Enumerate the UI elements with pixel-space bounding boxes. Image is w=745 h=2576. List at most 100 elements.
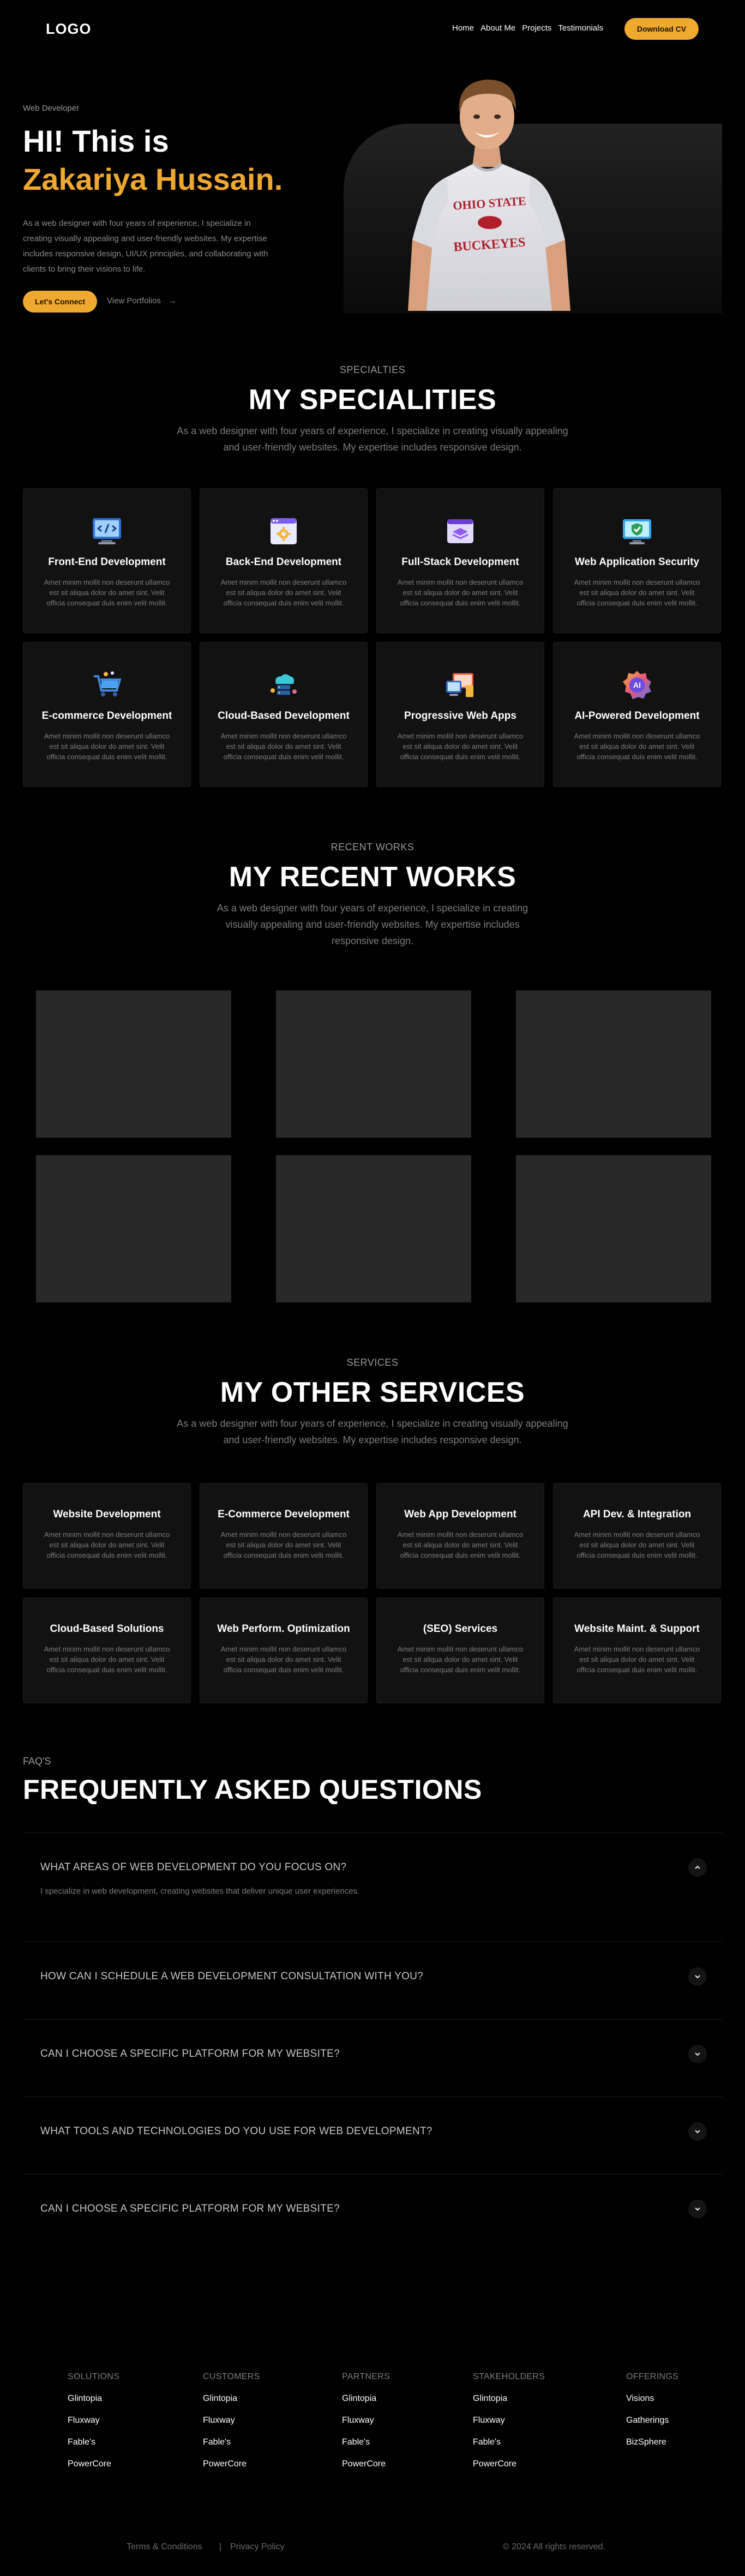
specialty-card[interactable]: Full-Stack Development Amet minim mollit… — [376, 488, 544, 633]
specialty-card[interactable]: E-commerce Development Amet minim mollit… — [23, 642, 191, 787]
chevron-down-icon[interactable] — [688, 2200, 707, 2218]
faq-item[interactable]: WHAT AREAS OF WEB DEVELOPMENT DO YOU FOC… — [23, 1833, 722, 1942]
footer-link[interactable]: Gatherings — [626, 2416, 678, 2425]
work-thumbnail[interactable] — [36, 990, 231, 1138]
specialty-title: Web Application Security — [574, 556, 700, 568]
footer-link[interactable]: Fluxway — [342, 2416, 390, 2425]
work-thumbnail[interactable] — [276, 990, 471, 1138]
recent-works-section: RECENT WORKS MY RECENT WORKS As a web de… — [0, 787, 745, 1302]
footer-link[interactable]: PowerCore — [342, 2459, 390, 2469]
hero-kicker: Web Developer — [23, 104, 80, 113]
works-grid — [36, 990, 745, 1302]
specialty-card[interactable]: Cloud-Based Development Amet minim molli… — [200, 642, 368, 787]
nav-link-projects[interactable]: Projects — [522, 23, 551, 33]
faq-item[interactable]: CAN I CHOOSE A SPECIFIC PLATFORM FOR MY … — [23, 2020, 722, 2097]
footer-link[interactable]: Fable's — [68, 2437, 119, 2447]
service-card[interactable]: Website Maint. & Support Amet minim molli… — [553, 1598, 721, 1703]
footer-link[interactable]: PowerCore — [203, 2459, 260, 2469]
work-thumbnail[interactable] — [276, 1155, 471, 1302]
footer-heading: PARTNERS — [342, 2372, 390, 2381]
nav-link-home[interactable]: Home — [452, 23, 474, 33]
logo[interactable]: LOGO — [46, 21, 92, 38]
footer-column-customers: CUSTOMERS Glintopia Fluxway Fable's Powe… — [203, 2372, 260, 2469]
shopping-cart-icon — [91, 669, 123, 701]
footer-link[interactable]: PowerCore — [473, 2459, 545, 2469]
privacy-link[interactable]: Privacy Policy — [230, 2542, 285, 2552]
specialties-description: As a web designer with four years of exp… — [177, 425, 568, 453]
specialty-card[interactable]: Web Application Security Amet minim moll… — [553, 488, 721, 633]
hero-name: Zakariya Hussain. — [23, 162, 283, 196]
footer-link[interactable]: Fluxway — [473, 2416, 545, 2425]
terms-link[interactable]: Terms & Conditions — [127, 2542, 202, 2552]
specialty-text: Amet minim mollit non deserunt ullamco e… — [220, 732, 347, 761]
services-grid: Website Development Amet minim mollit non… — [23, 1483, 745, 1703]
work-thumbnail[interactable] — [516, 1155, 711, 1302]
faq-question: WHAT AREAS OF WEB DEVELOPMENT DO YOU FOC… — [40, 1862, 347, 1873]
specialties-grid: Front-End Development Amet minim mollit … — [23, 488, 745, 787]
footer-link[interactable]: Fable's — [203, 2437, 260, 2447]
footer-link[interactable]: Visions — [626, 2394, 678, 2404]
footer-link[interactable]: BizSphere — [626, 2437, 678, 2447]
specialty-title: Front-End Development — [48, 556, 166, 568]
footer-link[interactable]: Fable's — [342, 2437, 390, 2447]
nav-link-about[interactable]: About Me — [480, 23, 515, 33]
specialty-text: Amet minim mollit non deserunt ullamco e… — [574, 578, 700, 607]
footer-link[interactable]: Glintopia — [342, 2394, 390, 2404]
footer-heading: CUSTOMERS — [203, 2372, 260, 2381]
services-section: SERVICES MY OTHER SERVICES As a web desi… — [0, 1302, 745, 1703]
specialty-card[interactable]: Back-End Development Amet minim mollit n… — [200, 488, 368, 633]
service-card[interactable]: E-Commerce Development Amet minim mollit … — [200, 1483, 368, 1589]
footer-link[interactable]: Fluxway — [68, 2416, 119, 2425]
ai-badge-icon: AI — [621, 669, 653, 701]
specialties-title: MY SPECIALITIES — [248, 384, 497, 416]
work-thumbnail[interactable] — [36, 1155, 231, 1302]
services-description: As a web designer with four years of exp… — [177, 1418, 568, 1445]
footer-link[interactable]: Glintopia — [203, 2394, 260, 2404]
service-card[interactable]: API Dev. & Integration Amet minim mollit … — [553, 1483, 721, 1589]
service-card[interactable]: Website Development Amet minim mollit non… — [23, 1483, 191, 1589]
hero-greeting: HI! This is — [23, 124, 169, 158]
service-title: Cloud-Based Solutions — [50, 1623, 164, 1635]
footer-link[interactable]: Glintopia — [473, 2394, 545, 2404]
specialty-card[interactable]: AI AI-Powered Development Amet minim mol… — [553, 642, 721, 787]
download-cv-button[interactable]: Download CV — [624, 18, 699, 40]
faq-item[interactable]: WHAT TOOLS AND TECHNOLOGIES DO YOU USE F… — [23, 2097, 722, 2175]
chevron-up-icon[interactable] — [688, 1858, 707, 1877]
faq-question: CAN I CHOOSE A SPECIFIC PLATFORM FOR MY … — [40, 2048, 340, 2059]
service-title: (SEO) Services — [423, 1623, 498, 1635]
footer-link[interactable]: Glintopia — [68, 2394, 119, 2404]
faq-item[interactable]: CAN I CHOOSE A SPECIFIC PLATFORM FOR MY … — [23, 2175, 722, 2252]
service-card[interactable]: (SEO) Services Amet minim mollit non dese… — [376, 1598, 544, 1703]
footer-link[interactable]: Fluxway — [203, 2416, 260, 2425]
service-title: Web App Development — [404, 1509, 516, 1520]
services-title: MY OTHER SERVICES — [220, 1377, 525, 1408]
service-card[interactable]: Web App Development Amet minim mollit non… — [376, 1483, 544, 1589]
specialty-text: Amet minim mollit non deserunt ullamco e… — [220, 578, 347, 607]
view-portfolios-link[interactable]: View Portfolios → — [107, 296, 177, 305]
specialty-card[interactable]: Front-End Development Amet minim mollit … — [23, 488, 191, 633]
service-text: Amet minim mollit non deserunt ullamco e… — [220, 1530, 347, 1559]
faq-title: FREQUENTLY ASKED QUESTIONS — [23, 1774, 482, 1805]
service-title: Web Perform. Optimization — [217, 1623, 350, 1635]
chevron-down-icon[interactable] — [688, 2122, 707, 2141]
footer-link[interactable]: PowerCore — [68, 2459, 119, 2469]
specialty-card[interactable]: Progressive Web Apps Amet minim mollit n… — [376, 642, 544, 787]
footer: SOLUTIONS Glintopia Fluxway Fable's Powe… — [0, 2252, 745, 2574]
footer-divider: | — [219, 2542, 222, 2551]
nav-links: Home About Me Projects Testimonials — [452, 23, 603, 33]
service-title: Website Maint. & Support — [574, 1623, 700, 1635]
faq-item[interactable]: HOW CAN I SCHEDULE A WEB DEVELOPMENT CON… — [23, 1942, 722, 2020]
lets-connect-button[interactable]: Let's Connect — [23, 291, 97, 313]
hero-portrait: OHIO STATE BUCKEYES — [408, 79, 570, 311]
footer-column-partners: PARTNERS Glintopia Fluxway Fable's Power… — [342, 2372, 390, 2469]
specialty-title: AI-Powered Development — [574, 710, 700, 722]
footer-link[interactable]: Fable's — [473, 2437, 545, 2447]
chevron-down-icon[interactable] — [688, 2045, 707, 2063]
nav-link-testimonials[interactable]: Testimonials — [558, 23, 603, 33]
service-card[interactable]: Web Perform. Optimization Amet minim moll… — [200, 1598, 368, 1703]
specialty-text: Amet minim mollit non deserunt ullamco e… — [397, 732, 524, 761]
faq-list: WHAT AREAS OF WEB DEVELOPMENT DO YOU FOC… — [23, 1833, 722, 2252]
service-card[interactable]: Cloud-Based Solutions Amet minim mollit n… — [23, 1598, 191, 1703]
chevron-down-icon[interactable] — [688, 1967, 707, 1986]
work-thumbnail[interactable] — [516, 990, 711, 1138]
